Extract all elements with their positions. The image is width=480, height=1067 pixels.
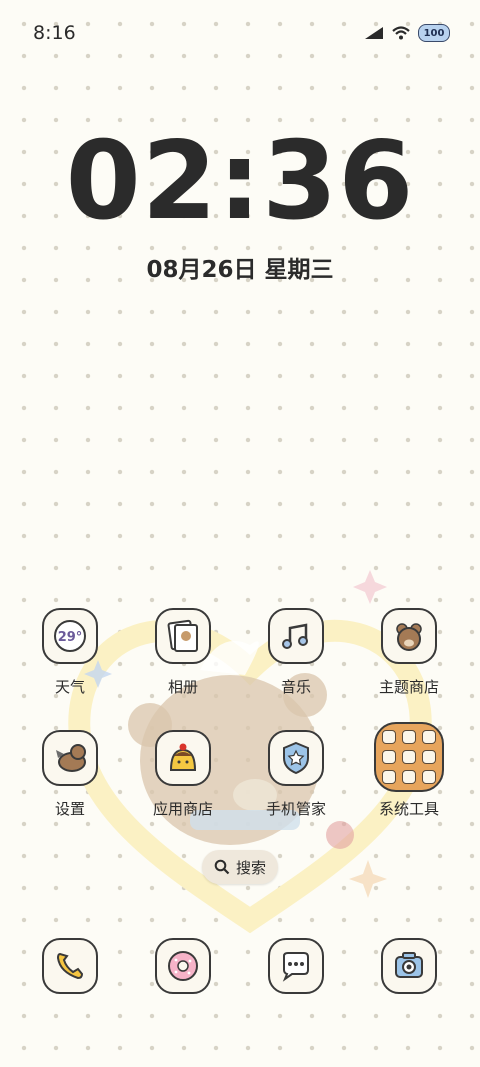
app-label: 设置 <box>54 800 85 818</box>
mini-app-icon <box>422 730 436 744</box>
weather-icon: 29° <box>42 608 98 664</box>
search-button[interactable]: 搜索 <box>202 850 278 884</box>
folder-icon <box>374 722 444 792</box>
search-icon <box>214 859 230 875</box>
app-theme-store[interactable]: 主题商店 <box>359 608 459 697</box>
dock-phone[interactable] <box>20 938 120 994</box>
phone-manager-icon <box>268 730 324 786</box>
weather-temp: 29° <box>58 630 83 645</box>
mini-app-icon <box>382 730 396 744</box>
signal-icon <box>365 27 383 39</box>
browser-icon <box>155 938 211 994</box>
app-label: 手机管家 <box>265 800 326 818</box>
app-phone-manager[interactable]: 手机管家 <box>246 730 346 819</box>
app-label: 相册 <box>167 678 198 696</box>
dock-messages[interactable] <box>246 938 346 994</box>
mini-app-icon <box>382 770 396 784</box>
clock-date: 08月26日 星期三 <box>146 257 334 283</box>
mini-app-icon <box>402 770 416 784</box>
battery-icon: 100 <box>418 24 450 42</box>
app-label: 音乐 <box>280 678 311 696</box>
app-label: 天气 <box>54 678 85 696</box>
mini-app-icon <box>402 750 416 764</box>
app-label: 系统工具 <box>378 800 439 818</box>
app-store-icon <box>155 730 211 786</box>
music-icon <box>268 608 324 664</box>
app-app-store[interactable]: 应用商店 <box>133 730 233 819</box>
app-label: 主题商店 <box>378 678 439 696</box>
status-bar: 8:16 100 <box>0 0 480 68</box>
dock-camera[interactable] <box>359 938 459 994</box>
messages-icon <box>268 938 324 994</box>
phone-icon <box>42 938 98 994</box>
app-system-tools-folder[interactable]: 系统工具 <box>359 722 459 819</box>
clock-time: 02:36 <box>65 119 415 244</box>
mini-app-icon <box>422 750 436 764</box>
theme-store-icon <box>381 608 437 664</box>
status-time: 8:16 <box>33 22 76 44</box>
battery-level: 100 <box>423 27 445 39</box>
dock-browser[interactable] <box>133 938 233 994</box>
mini-app-icon <box>422 770 436 784</box>
mini-app-icon <box>382 750 396 764</box>
app-label: 应用商店 <box>152 800 213 818</box>
search-label: 搜索 <box>235 858 266 877</box>
app-weather[interactable]: 29° 天气 <box>20 608 120 697</box>
app-music[interactable]: 音乐 <box>246 608 346 697</box>
app-settings[interactable]: 设置 <box>20 730 120 819</box>
settings-icon <box>42 730 98 786</box>
status-icons: 100 <box>364 24 450 42</box>
camera-icon <box>381 938 437 994</box>
mini-app-icon <box>402 730 416 744</box>
app-gallery[interactable]: 相册 <box>133 608 233 697</box>
gallery-icon <box>155 608 211 664</box>
wifi-icon <box>392 26 410 40</box>
